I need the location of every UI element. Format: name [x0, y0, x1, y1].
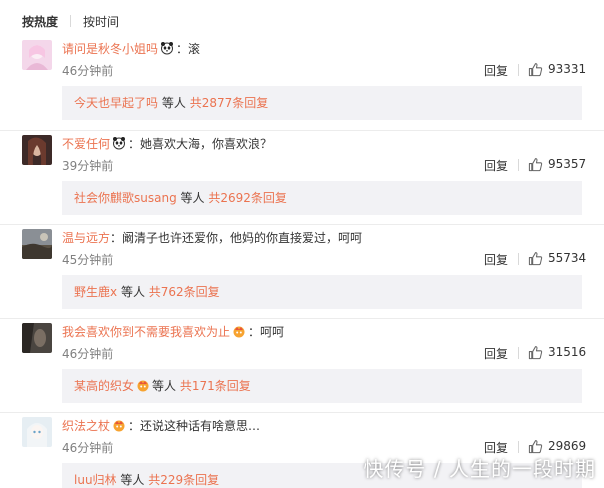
comment-line: 请问是秋冬小姐吗 ：滚: [62, 40, 200, 58]
divider: [518, 347, 519, 359]
reply-summary: 社会你麒歌susang 等人 共2692条回复: [62, 181, 582, 215]
comment-item: 我会喜欢你到不需要我喜欢为止 ：呵呵 46分钟前 回复 31516 某高的织女 等人…: [0, 318, 604, 412]
comment-list: 请问是秋冬小姐吗 ：滚 46分钟前 回复 93331 今天也早起了吗 等人 共28…: [0, 36, 604, 488]
like-count: 31516: [548, 345, 587, 359]
comment-text: 她喜欢大海，你喜欢浪？: [140, 137, 273, 151]
reply-etc: 等人: [152, 379, 177, 393]
sort-tabs: 按热度 按时间: [22, 12, 119, 30]
reply-total-link[interactable]: 共762条回复: [149, 285, 220, 299]
sort-by-hot-tab[interactable]: 按热度: [22, 13, 58, 30]
reply-button[interactable]: 回复: [484, 251, 508, 268]
colon: ：: [128, 137, 141, 151]
divider: [518, 441, 519, 453]
avatar[interactable]: [22, 135, 52, 165]
reply-etc: 等人: [120, 473, 145, 487]
like-count: 29869: [548, 439, 587, 453]
vip-crown-badge-icon: [232, 324, 246, 338]
reply-button[interactable]: 回复: [484, 157, 508, 174]
comment-text: 滚: [188, 42, 201, 56]
comment-username[interactable]: 请问是秋冬小姐吗: [62, 42, 158, 56]
comment-text: 还说这种话有啥意思…: [140, 419, 261, 433]
comment-item: 不爱任何 ：她喜欢大海，你喜欢浪？ 39分钟前 回复 95357 社会你麒歌sus…: [0, 130, 604, 224]
comment-username[interactable]: 不爱任何: [62, 137, 110, 151]
reply-total-link[interactable]: 共171条回复: [180, 379, 251, 393]
reply-etc: 等人: [120, 285, 145, 299]
reply-username[interactable]: 社会你麒歌susang: [74, 191, 177, 205]
reply-username[interactable]: 野生鹿x: [74, 285, 117, 299]
comment-line: 温与远方：阚清子也许还爱你，他妈的你直接爱过，呵呵: [62, 229, 362, 247]
avatar[interactable]: [22, 40, 52, 70]
comment-line: 不爱任何 ：她喜欢大海，你喜欢浪？: [62, 135, 272, 153]
comment-username[interactable]: 温与远方: [62, 231, 110, 245]
colon: ：: [248, 325, 261, 339]
like-button[interactable]: 31516: [528, 344, 586, 360]
comment-text: 呵呵: [260, 325, 285, 339]
comment-item: 请问是秋冬小姐吗 ：滚 46分钟前 回复 93331 今天也早起了吗 等人 共28…: [0, 36, 604, 130]
like-count: 93331: [548, 62, 587, 76]
thumbs-up-icon: [528, 439, 543, 453]
like-button[interactable]: 55734: [528, 250, 586, 266]
like-button[interactable]: 29869: [528, 438, 586, 454]
reply-etc: 等人: [180, 191, 205, 205]
comment-line: 我会喜欢你到不需要我喜欢为止 ：呵呵: [62, 323, 284, 341]
like-count: 55734: [548, 251, 587, 265]
reply-total-link[interactable]: 共2877条回复: [190, 96, 269, 110]
panda-emoji-icon: [112, 136, 126, 150]
reply-etc: 等人: [161, 96, 186, 110]
reply-summary: 野生鹿x 等人 共762条回复: [62, 275, 582, 309]
panda-emoji-icon: [160, 41, 174, 55]
reply-username[interactable]: luu归林: [74, 473, 117, 487]
sort-by-time-tab[interactable]: 按时间: [83, 13, 119, 30]
comment-item: 温与远方：阚清子也许还爱你，他妈的你直接爱过，呵呵 45分钟前 回复 55734…: [0, 224, 604, 318]
comment-text: 阚清子也许还爱你，他妈的你直接爱过，呵呵: [122, 231, 363, 245]
reply-button[interactable]: 回复: [484, 62, 508, 79]
avatar[interactable]: [22, 417, 52, 447]
comment-username[interactable]: 我会喜欢你到不需要我喜欢为止: [62, 325, 230, 339]
comment-line: 织法之杖 ：还说这种话有啥意思…: [62, 417, 260, 435]
avatar[interactable]: [22, 323, 52, 353]
comment-time: 39分钟前: [62, 159, 114, 173]
reply-summary: 今天也早起了吗 等人 共2877条回复: [62, 86, 582, 120]
thumbs-up-icon: [528, 62, 543, 76]
comment-time: 46分钟前: [62, 347, 114, 361]
like-button[interactable]: 93331: [528, 61, 586, 77]
divider: [518, 253, 519, 265]
colon: ：: [110, 231, 123, 245]
colon: ：: [176, 42, 189, 56]
divider: [518, 159, 519, 171]
divider: [518, 64, 519, 76]
thumbs-up-icon: [528, 251, 543, 265]
comment-username[interactable]: 织法之杖: [62, 419, 110, 433]
avatar[interactable]: [22, 229, 52, 259]
tab-divider: [70, 15, 72, 27]
colon: ：: [128, 419, 141, 433]
like-count: 95357: [548, 157, 587, 171]
reply-total-link[interactable]: 共229条回复: [148, 473, 219, 487]
reply-summary: 某高的织女 等人 共171条回复: [62, 369, 582, 403]
thumbs-up-icon: [528, 157, 543, 171]
thumbs-up-icon: [528, 345, 543, 359]
comment-time: 46分钟前: [62, 64, 114, 78]
reply-username[interactable]: 今天也早起了吗: [74, 96, 158, 110]
reply-button[interactable]: 回复: [484, 345, 508, 362]
comment-time: 46分钟前: [62, 441, 114, 455]
vip-crown-badge-icon: [112, 418, 126, 432]
watermark-text: 快传号 / 人生的一段时期: [363, 457, 596, 481]
like-button[interactable]: 95357: [528, 156, 586, 172]
comment-time: 45分钟前: [62, 253, 114, 267]
reply-username[interactable]: 某高的织女: [74, 379, 134, 393]
reply-total-link[interactable]: 共2692条回复: [208, 191, 287, 205]
vip-crown-badge-icon: [136, 371, 150, 392]
